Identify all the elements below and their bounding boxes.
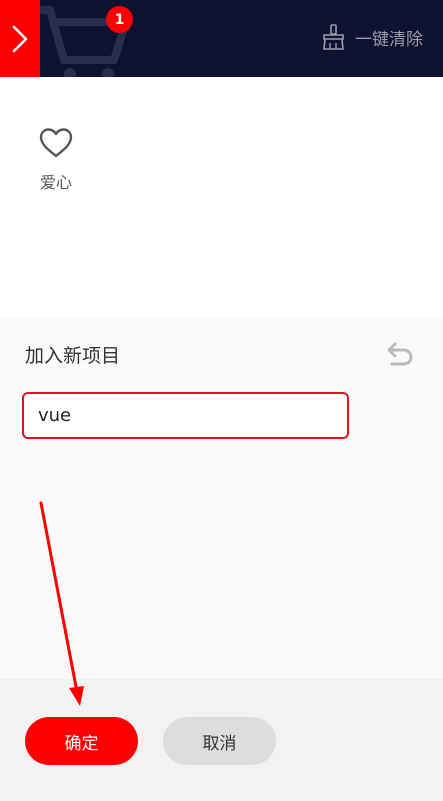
favorite-item[interactable]: 爱心 [30,127,82,193]
favorite-item-label: 爱心 [39,173,72,192]
item-name-input[interactable] [22,392,349,439]
footer-actions: 确定 取消 [0,679,443,801]
add-item-panel: 加入新项目 [0,317,443,679]
heart-icon [39,128,73,158]
undo-icon [387,342,413,366]
back-button[interactable] [0,0,40,77]
chevron-right-icon [12,25,28,52]
broom-icon [323,24,344,50]
confirm-button[interactable]: 确定 [25,717,138,765]
header-bar: 1 一键清除 [0,0,443,77]
cart-count-badge: 1 [106,6,133,33]
clear-all-button[interactable]: 一键清除 [321,22,423,52]
favorites-section: 爱心 [0,77,443,317]
undo-button[interactable] [385,341,415,367]
cancel-button[interactable]: 取消 [163,717,276,765]
panel-title: 加入新项目 [25,345,121,367]
clear-all-label: 一键清除 [355,29,423,50]
